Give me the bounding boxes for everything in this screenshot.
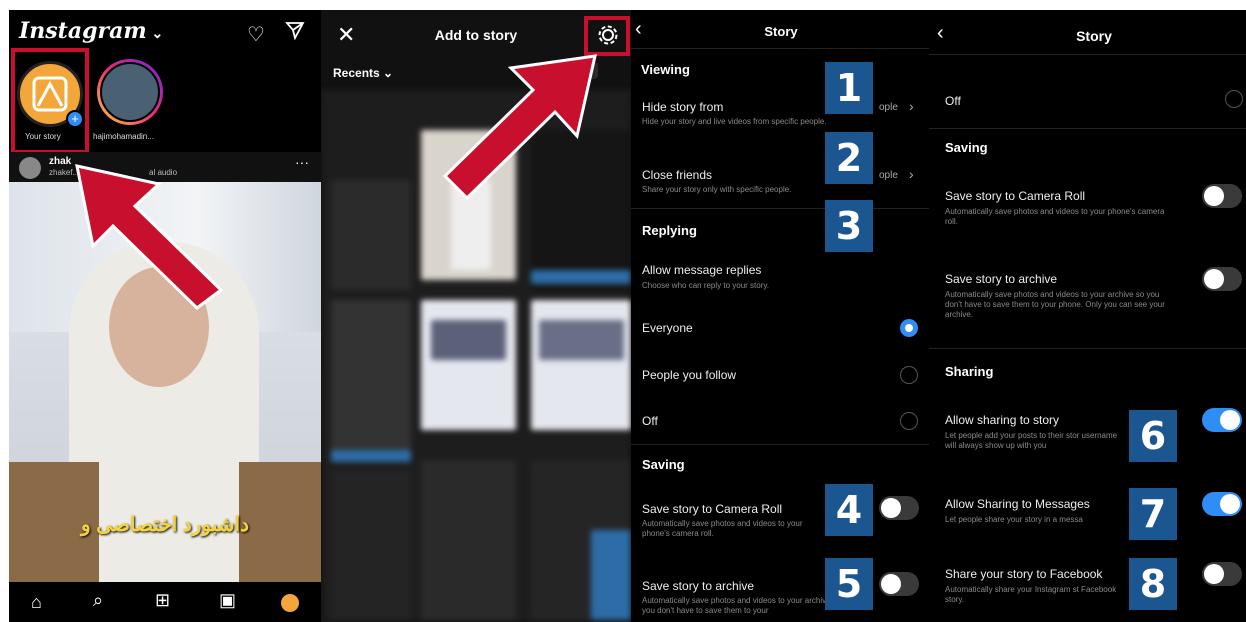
back-icon[interactable]: ‹ <box>635 18 642 41</box>
save-archive-sub-2: Automatically save photos and videos to … <box>945 290 1165 319</box>
red-arrow-annotation-2 <box>442 54 597 201</box>
share-facebook-label: Share your story to Facebook <box>945 567 1103 581</box>
save-archive-label-2: Save story to archive <box>945 272 1058 286</box>
save-camera-roll-toggle-2[interactable] <box>1202 184 1242 208</box>
friend-story-label: hajimohamadin... <box>93 132 154 141</box>
post-caption: داشبورد اختصاصی و <box>81 514 249 536</box>
replying-section: Replying <box>642 223 697 238</box>
story-settings-panel-1: ‹ Story Viewing Hide story from Hide you… <box>631 10 929 622</box>
reels-icon[interactable]: ▣ <box>219 590 236 611</box>
share-facebook-sub: Automatically share your Instagram st Fa… <box>945 585 1117 604</box>
add-icon[interactable]: ⊞ <box>155 590 170 611</box>
story-settings-panel-2: ‹ Story Off Saving Save story to Camera … <box>929 10 1246 622</box>
allow-sharing-story-toggle[interactable] <box>1202 408 1242 432</box>
saving-section-2: Saving <box>945 140 988 155</box>
close-friends-label: Close friends <box>642 168 713 182</box>
saving-section: Saving <box>642 457 685 472</box>
allow-replies-sub: Choose who can reply to your story. <box>642 281 770 290</box>
bottom-nav: ⌂ ⌕ ⊞ ▣ <box>9 582 321 622</box>
save-archive-label: Save story to archive <box>642 579 755 593</box>
home-icon[interactable]: ⌂ <box>31 592 42 613</box>
hide-story-row[interactable]: Hide story from Hide your story and live… <box>631 94 929 146</box>
post-username[interactable]: zhak <box>49 156 71 167</box>
allow-sharing-story-sub: Let people add your posts to their stor … <box>945 431 1118 450</box>
story-title-2: Story <box>1076 28 1112 44</box>
add-to-story-title: Add to story <box>434 27 518 43</box>
story-title: Story <box>764 24 798 39</box>
step-number-5: 5 <box>825 558 873 610</box>
allow-sharing-messages-sub: Let people share your story in a messa <box>945 515 1083 524</box>
close-icon[interactable]: ✕ <box>337 22 355 48</box>
step-number-6: 6 <box>1129 410 1177 462</box>
allow-sharing-story-label: Allow sharing to story <box>945 413 1060 427</box>
viewing-section: Viewing <box>641 62 690 77</box>
red-arrow-annotation <box>75 164 224 310</box>
everyone-radio[interactable] <box>900 319 918 337</box>
profile-icon[interactable] <box>281 594 299 612</box>
allow-replies-label: Allow message replies <box>642 263 762 277</box>
save-camera-roll-label-2: Save story to Camera Roll <box>945 189 1086 203</box>
add-to-story-panel: ✕ Add to story Recents ⌄ lect <box>321 10 631 622</box>
step-number-4: 4 <box>825 484 873 536</box>
save-camera-roll-label: Save story to Camera Roll <box>642 502 783 516</box>
sharing-section: Sharing <box>945 364 994 379</box>
step-number-1: 1 <box>825 62 873 114</box>
gear-icon[interactable] <box>597 24 619 51</box>
everyone-option[interactable]: Everyone <box>642 321 693 335</box>
add-story-icon[interactable]: + <box>66 110 84 128</box>
allow-sharing-messages-toggle[interactable] <box>1202 492 1242 516</box>
chevron-right-icon: › <box>909 98 914 114</box>
people-follow-option[interactable]: People you follow <box>642 368 736 382</box>
save-archive-toggle[interactable] <box>879 572 919 596</box>
your-story-avatar[interactable]: + <box>17 61 84 128</box>
save-camera-roll-sub-2: Automatically save photos and videos to … <box>945 207 1165 226</box>
people-follow-radio[interactable] <box>900 366 918 384</box>
heart-icon[interactable]: ♡ <box>247 22 265 47</box>
instagram-logo[interactable]: Instagram ⌄ <box>19 18 163 44</box>
share-facebook-toggle[interactable] <box>1202 562 1242 586</box>
direct-message-icon[interactable] <box>285 20 305 45</box>
recents-dropdown[interactable]: Recents ⌄ <box>333 66 393 80</box>
allow-sharing-messages-label: Allow Sharing to Messages <box>945 497 1090 511</box>
hide-story-sub: Hide your story and live videos from spe… <box>642 117 827 126</box>
instagram-feed-panel: Instagram ⌄ ♡ + Your story hajimohamadin… <box>9 10 321 622</box>
save-camera-roll-toggle[interactable] <box>879 496 919 520</box>
off-radio-2[interactable] <box>1225 90 1243 108</box>
off-option[interactable]: Off <box>642 414 658 428</box>
friend-story-avatar[interactable] <box>97 59 163 125</box>
close-friends-row[interactable]: Close friends Share your story only with… <box>631 160 929 206</box>
close-friends-sub: Share your story only with specific peop… <box>642 185 792 194</box>
step-number-2: 2 <box>825 132 873 184</box>
save-camera-roll-sub: Automatically save photos and videos to … <box>642 519 803 538</box>
chevron-right-icon: › <box>909 166 914 182</box>
back-icon[interactable]: ‹ <box>937 22 944 45</box>
hide-story-label: Hide story from <box>642 100 724 114</box>
off-radio[interactable] <box>900 412 918 430</box>
post-avatar[interactable] <box>19 157 41 179</box>
save-archive-sub: Automatically save photos and videos to … <box>642 596 842 615</box>
hide-story-value: ople <box>879 102 898 113</box>
step-number-8: 8 <box>1129 558 1177 610</box>
save-archive-toggle-2[interactable] <box>1202 267 1242 291</box>
more-icon[interactable]: ··· <box>295 154 309 170</box>
off-option-2[interactable]: Off <box>945 94 961 108</box>
close-friends-value: ople <box>879 170 898 181</box>
search-icon[interactable]: ⌕ <box>93 590 103 611</box>
step-number-7: 7 <box>1129 488 1177 540</box>
your-story-label: Your story <box>25 132 61 141</box>
step-number-3: 3 <box>825 200 873 252</box>
